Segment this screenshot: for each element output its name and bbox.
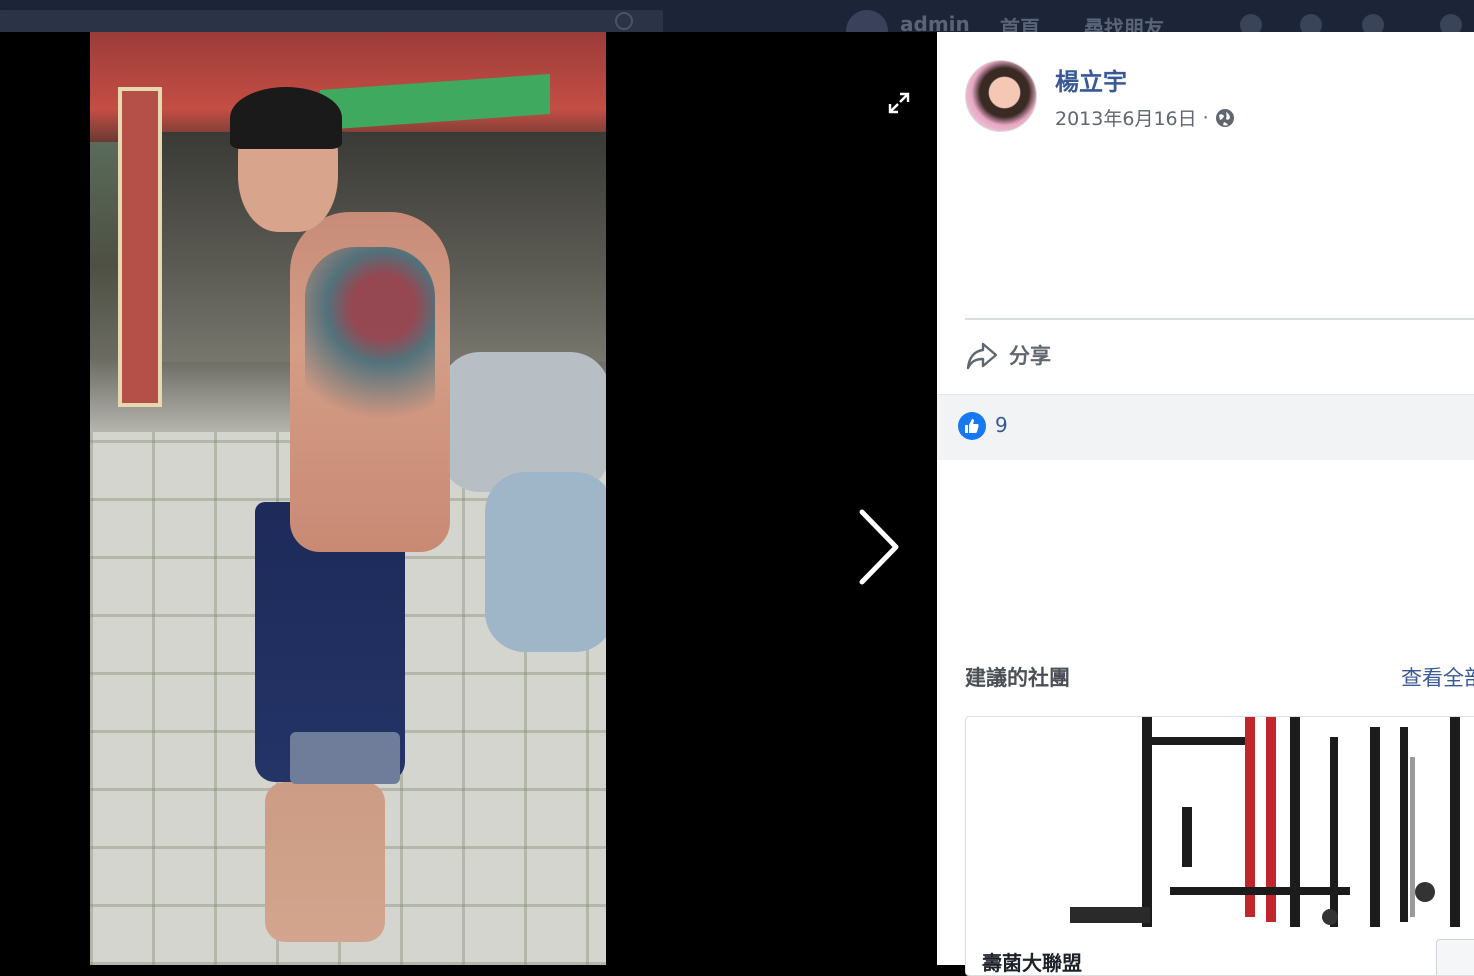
post-author-name[interactable]: 楊立宇 bbox=[1055, 62, 1127, 97]
meta-separator: · bbox=[1202, 106, 1209, 129]
top-navigation-bar: admin 首頁 尋找朋友 bbox=[0, 0, 1474, 52]
like-count[interactable]: 9 bbox=[995, 413, 1008, 437]
photo-viewer bbox=[0, 32, 937, 965]
share-arrow-icon bbox=[966, 342, 998, 370]
post-date[interactable]: 2013年6月16日 bbox=[1055, 104, 1197, 131]
like-reaction-icon[interactable] bbox=[958, 412, 986, 440]
share-button[interactable]: 分享 bbox=[965, 338, 1051, 372]
post-meta: 2013年6月16日 · bbox=[1055, 104, 1235, 131]
search-bar[interactable] bbox=[0, 10, 663, 32]
suggested-group-card[interactable]: 壽菌大聯盟 bbox=[965, 716, 1474, 976]
globe-icon[interactable] bbox=[1215, 108, 1235, 128]
next-photo-arrow-icon[interactable] bbox=[852, 508, 904, 586]
see-all-link[interactable]: 查看全部 bbox=[1401, 662, 1474, 692]
expand-fullscreen-icon[interactable] bbox=[888, 92, 910, 114]
post-photo[interactable] bbox=[90, 32, 606, 965]
share-label: 分享 bbox=[1009, 344, 1051, 368]
group-name[interactable]: 壽菌大聯盟 bbox=[982, 947, 1082, 975]
post-details-panel: 楊立宇 2013年6月16日 · 分享 9 建議的社團 查看全部 bbox=[937, 32, 1474, 976]
divider bbox=[965, 318, 1474, 320]
suggested-groups-title: 建議的社團 bbox=[965, 666, 1070, 690]
group-cover-image[interactable] bbox=[970, 717, 1474, 935]
author-avatar[interactable] bbox=[965, 60, 1037, 132]
search-icon[interactable] bbox=[615, 12, 633, 30]
join-group-button[interactable] bbox=[1436, 939, 1474, 975]
reactions-bar: 9 bbox=[937, 394, 1474, 460]
